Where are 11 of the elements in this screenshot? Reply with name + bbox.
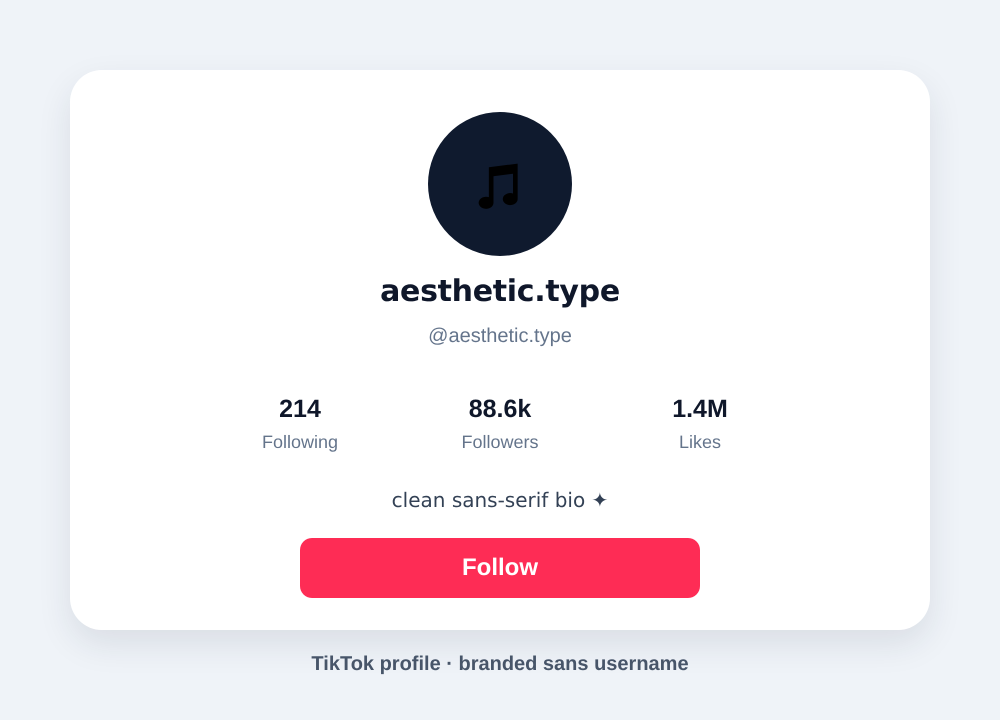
stat-label: Followers xyxy=(461,432,539,454)
username-handle: @aesthetic.type xyxy=(428,324,572,348)
stat-count: 88.6k xyxy=(468,394,532,424)
caption-text: TikTok profile · branded sans username xyxy=(311,652,689,676)
stat-count: 1.4M xyxy=(672,394,728,424)
bio-text: clean sans-serif bio ✦ xyxy=(392,488,608,512)
stat-count: 214 xyxy=(279,394,321,424)
display-name: aesthetic.type xyxy=(380,274,620,310)
stat-label: Likes xyxy=(678,432,722,454)
stat-label: Following xyxy=(262,432,338,454)
follow-button[interactable]: Follow xyxy=(300,538,700,598)
